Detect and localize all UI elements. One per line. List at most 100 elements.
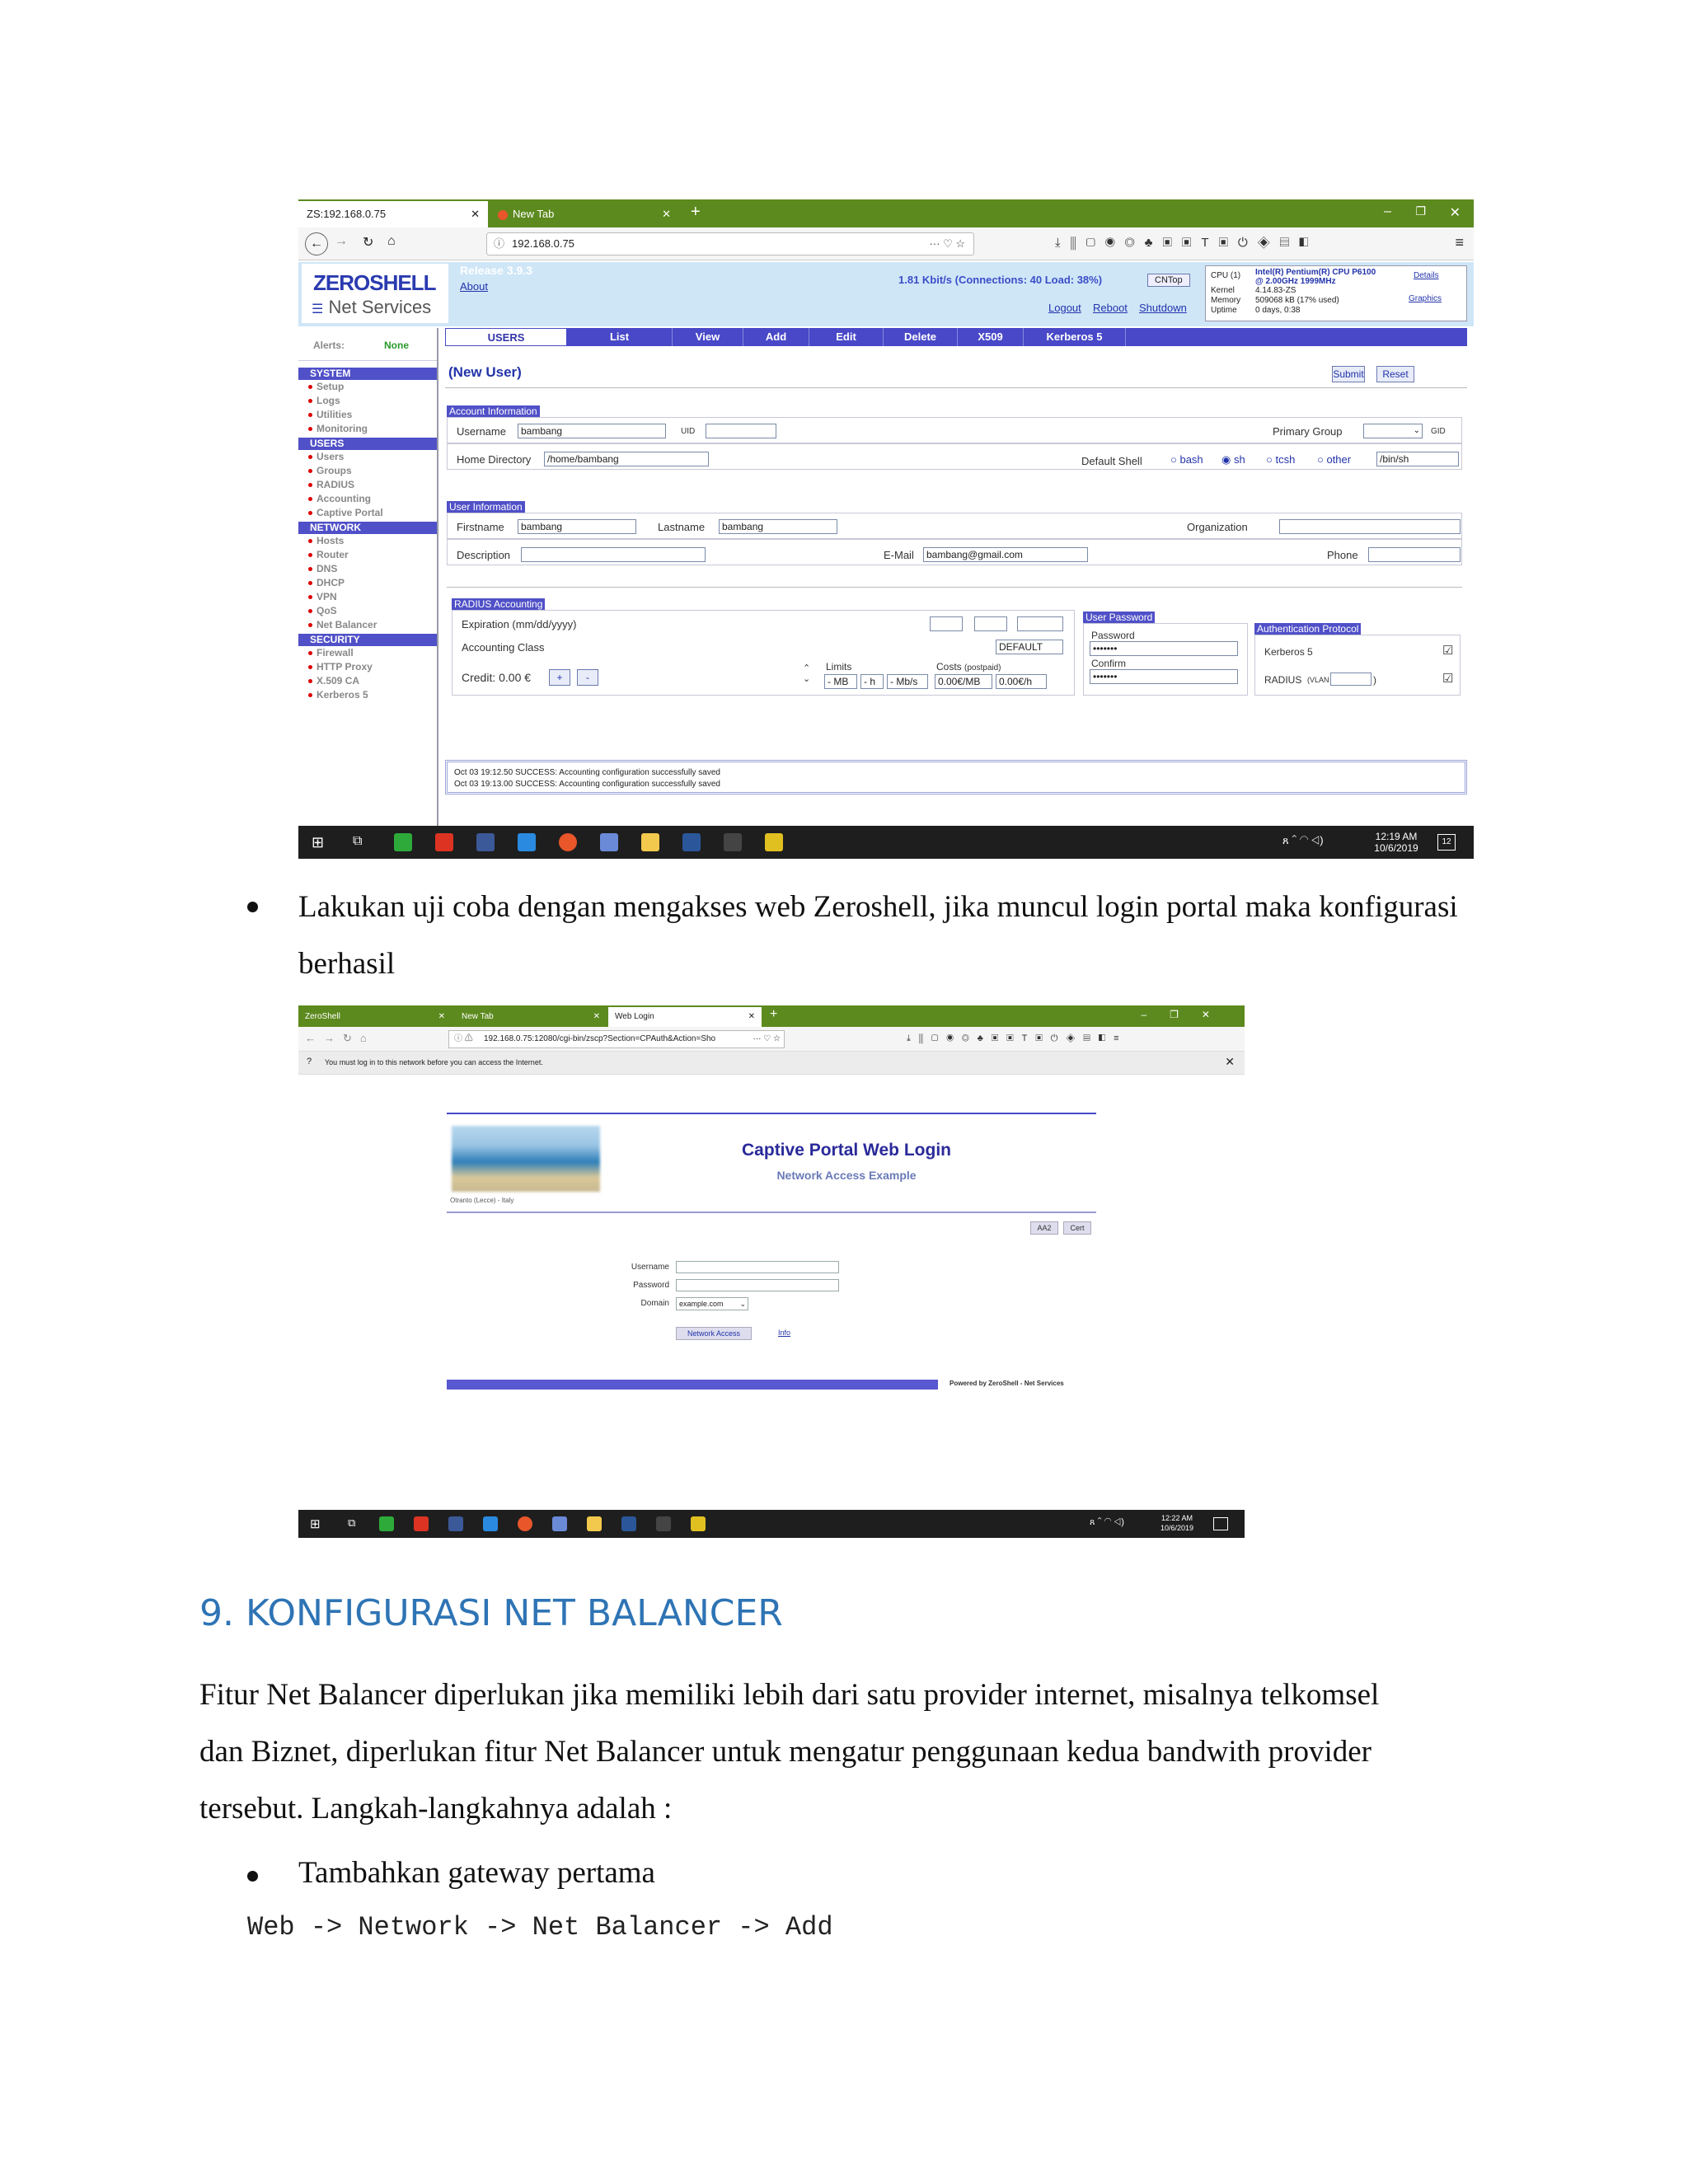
- shell-sh-radio[interactable]: ◉ sh: [1221, 453, 1245, 466]
- app-icon-red[interactable]: [414, 1516, 429, 1531]
- back-icon[interactable]: ←: [305, 232, 328, 255]
- graphics-link[interactable]: Graphics: [1409, 294, 1442, 303]
- tab-list[interactable]: List: [567, 328, 673, 346]
- file-explorer-icon[interactable]: [641, 833, 659, 851]
- exp-year-select[interactable]: [1017, 616, 1063, 631]
- network-app-icon[interactable]: [600, 833, 618, 851]
- tab-x509[interactable]: X509: [958, 328, 1024, 346]
- menu-icon[interactable]: ≡: [1455, 234, 1464, 251]
- page-actions-icon[interactable]: ··· ♡ ☆: [749, 1031, 781, 1047]
- sidebar-item-accounting[interactable]: Accounting: [298, 492, 437, 506]
- close-icon[interactable]: ✕: [438, 1007, 445, 1027]
- network-app-icon[interactable]: [552, 1516, 567, 1531]
- firefox-icon[interactable]: [559, 833, 577, 851]
- close-icon[interactable]: ✕: [1225, 1055, 1235, 1069]
- messenger-icon[interactable]: [483, 1516, 498, 1531]
- logout-link[interactable]: Logout: [1048, 302, 1081, 314]
- exp-day-select[interactable]: [974, 616, 1007, 631]
- tab-view[interactable]: View: [673, 328, 743, 346]
- url-bar[interactable]: ⓘ 192.168.0.75 ··· ♡ ☆: [486, 232, 974, 255]
- submit-button[interactable]: Submit: [1332, 366, 1365, 382]
- cost-h[interactable]: 0.00€/h: [996, 674, 1047, 689]
- browser-tab-active[interactable]: Web Login ✕: [608, 1007, 762, 1027]
- url-bar[interactable]: ⓘ ⚠ 192.168.0.75:12080/cgi-bin/zscp?Sect…: [448, 1030, 785, 1048]
- reboot-link[interactable]: Reboot: [1093, 302, 1128, 314]
- word-icon[interactable]: [621, 1516, 636, 1531]
- shell-bash-radio[interactable]: ○ bash: [1170, 453, 1203, 466]
- task-view-icon[interactable]: ⧉: [348, 1516, 355, 1530]
- firefox-icon[interactable]: [518, 1516, 532, 1531]
- window-controls[interactable]: –❐✕: [1142, 1009, 1234, 1020]
- tab-edit[interactable]: Edit: [809, 328, 884, 346]
- sidebar-item-setup[interactable]: Setup: [298, 380, 437, 394]
- scroll-arrows-icon[interactable]: ⌃ ⌄: [803, 663, 810, 684]
- clock[interactable]: 12:22 AM 10/6/2019: [1156, 1513, 1198, 1533]
- tray-icons[interactable]: ጸ ⌃ ◠ ◁): [1090, 1517, 1124, 1528]
- minimize-icon[interactable]: –: [1384, 204, 1391, 219]
- browser-tab[interactable]: ZS:192.168.0.75 ✕: [298, 201, 488, 227]
- shell-other-radio[interactable]: ○ other: [1317, 453, 1351, 466]
- shell-path-input[interactable]: /bin/sh: [1376, 452, 1459, 466]
- sidebar-item-net-balancer[interactable]: Net Balancer: [298, 618, 437, 632]
- browser-tab[interactable]: ZeroShell ✕: [298, 1007, 452, 1027]
- terminal-icon[interactable]: [724, 833, 742, 851]
- sidebar-item-http-proxy[interactable]: HTTP Proxy: [298, 660, 437, 674]
- home-dir-input[interactable]: /home/bambang: [544, 452, 709, 466]
- shell-tcsh-radio[interactable]: ○ tcsh: [1266, 453, 1295, 466]
- lastname-input[interactable]: bambang: [719, 519, 837, 534]
- facebook-icon[interactable]: [448, 1516, 463, 1531]
- notification-icon[interactable]: 12: [1437, 834, 1456, 851]
- windows-start-icon[interactable]: ⊞: [310, 1516, 321, 1531]
- cert-button[interactable]: Cert: [1063, 1221, 1091, 1235]
- close-icon[interactable]: ✕: [662, 201, 671, 227]
- network-access-button[interactable]: Network Access: [676, 1327, 752, 1340]
- sidebar-item-users[interactable]: Users: [298, 450, 437, 464]
- file-explorer-icon[interactable]: [587, 1516, 602, 1531]
- cntop-button[interactable]: CNTop: [1147, 274, 1190, 287]
- exp-month-select[interactable]: [930, 616, 963, 631]
- email-input[interactable]: bambang@gmail.com: [923, 547, 1088, 562]
- password-input[interactable]: •••••••: [1090, 641, 1238, 656]
- task-view-icon[interactable]: ⧉: [353, 834, 362, 849]
- toolbar-icons[interactable]: ⤓⫼▢◉◎♣▣▣T▣⏻◈▤◧: [1055, 236, 1319, 250]
- radius-checkbox[interactable]: ☑: [1442, 671, 1453, 686]
- limit-mb[interactable]: - MB: [824, 674, 857, 689]
- home-icon[interactable]: ⌂: [387, 234, 396, 249]
- close-icon[interactable]: ✕: [748, 1007, 755, 1027]
- phone-input[interactable]: [1368, 547, 1461, 562]
- sidebar-item-logs[interactable]: Logs: [298, 394, 437, 408]
- primary-group-select[interactable]: ⌄: [1363, 424, 1423, 438]
- vlan-input[interactable]: [1330, 673, 1372, 686]
- clock[interactable]: 12:19 AM 10/6/2019: [1372, 831, 1421, 854]
- shutdown-link[interactable]: Shutdown: [1139, 302, 1187, 314]
- username-input[interactable]: bambang: [518, 424, 666, 438]
- about-link[interactable]: About: [460, 280, 488, 293]
- forward-icon[interactable]: →: [335, 234, 348, 249]
- whatsapp-icon[interactable]: [394, 833, 412, 851]
- sidebar-item-x509-ca[interactable]: X.509 CA: [298, 674, 437, 688]
- new-tab-icon[interactable]: +: [770, 1007, 777, 1022]
- notification-icon[interactable]: [1213, 1517, 1228, 1530]
- portal-username-input[interactable]: [676, 1261, 839, 1273]
- tab-add[interactable]: Add: [743, 328, 809, 346]
- organization-input[interactable]: [1279, 519, 1461, 534]
- sidebar-item-kerberos[interactable]: Kerberos 5: [298, 688, 437, 702]
- portal-password-input[interactable]: [676, 1279, 839, 1291]
- tab-kerberos[interactable]: Kerberos 5: [1024, 328, 1126, 346]
- tab-delete[interactable]: Delete: [884, 328, 958, 346]
- browser-tab[interactable]: New Tab ✕: [453, 1007, 607, 1027]
- sidebar-item-dns[interactable]: DNS: [298, 562, 437, 576]
- sidebar-item-monitoring[interactable]: Monitoring: [298, 422, 437, 436]
- limit-mbs[interactable]: - Mb/s: [887, 674, 928, 689]
- reload-icon[interactable]: ↻: [363, 234, 373, 251]
- close-window-icon[interactable]: ✕: [1450, 204, 1461, 221]
- browser-tab[interactable]: New Tab ✕: [490, 201, 679, 227]
- portal-domain-select[interactable]: example.com ⌄: [676, 1297, 748, 1310]
- sidebar-item-qos[interactable]: QoS: [298, 604, 437, 618]
- details-link[interactable]: Details: [1414, 271, 1439, 280]
- description-input[interactable]: [521, 547, 706, 562]
- credit-minus-button[interactable]: -: [577, 669, 598, 686]
- word-icon[interactable]: [682, 833, 701, 851]
- aa2-button[interactable]: AA2: [1030, 1221, 1058, 1235]
- messenger-icon[interactable]: [518, 833, 536, 851]
